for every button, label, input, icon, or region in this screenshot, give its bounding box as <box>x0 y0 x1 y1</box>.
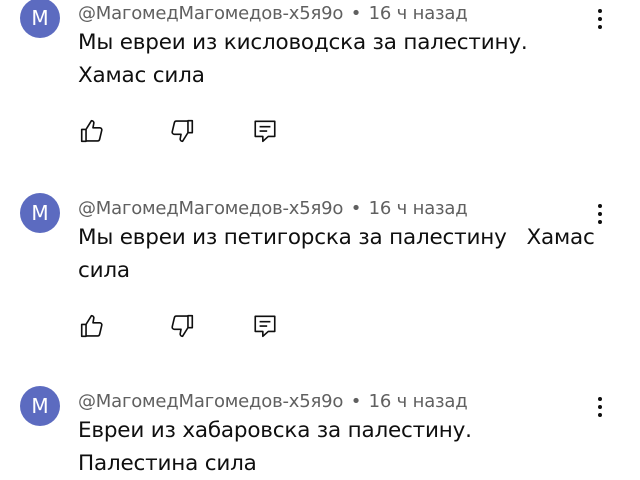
reply-icon[interactable] <box>252 313 278 339</box>
avatar[interactable]: M <box>20 0 60 38</box>
comment-meta: @МагомедМагомедов-х5я9о • 16 ч назад <box>78 3 468 24</box>
thumbs-down-icon[interactable] <box>169 118 195 144</box>
comment-item: M @МагомедМагомедов-х5я9о • 16 ч назад Е… <box>0 386 640 479</box>
author-handle[interactable]: @МагомедМагомедов-х5я9о <box>78 391 343 412</box>
comment-time[interactable]: 16 ч назад <box>369 3 468 24</box>
comment-text: Мы евреи из кисловодска за палестину. Ха… <box>78 30 535 88</box>
comment-item: M @МагомедМагомедов-х5я9о • 16 ч назад М… <box>0 193 640 383</box>
avatar[interactable]: M <box>20 193 60 233</box>
comment-time[interactable]: 16 ч назад <box>369 198 468 219</box>
reply-icon[interactable] <box>252 118 278 144</box>
comment-text: Мы евреи из петигорска за палестину Хама… <box>78 225 602 283</box>
comment-item: M @МагомедМагомедов-х5я9о • 16 ч назад М… <box>0 0 640 188</box>
comment-meta: @МагомедМагомедов-х5я9о • 16 ч назад <box>78 391 468 412</box>
comment-time[interactable]: 16 ч назад <box>369 391 468 412</box>
thumbs-down-icon[interactable] <box>169 313 195 339</box>
meta-separator: • <box>350 198 362 219</box>
author-handle[interactable]: @МагомедМагомедов-х5я9о <box>78 3 343 24</box>
thumbs-up-icon[interactable] <box>79 313 105 339</box>
meta-separator: • <box>350 391 362 412</box>
meta-separator: • <box>350 3 362 24</box>
comment-meta: @МагомедМагомедов-х5я9о • 16 ч назад <box>78 198 468 219</box>
author-handle[interactable]: @МагомедМагомедов-х5я9о <box>78 198 343 219</box>
thumbs-up-icon[interactable] <box>79 118 105 144</box>
comment-text: Евреи из хабаровска за палестину. Палест… <box>78 418 479 476</box>
avatar[interactable]: M <box>20 386 60 426</box>
